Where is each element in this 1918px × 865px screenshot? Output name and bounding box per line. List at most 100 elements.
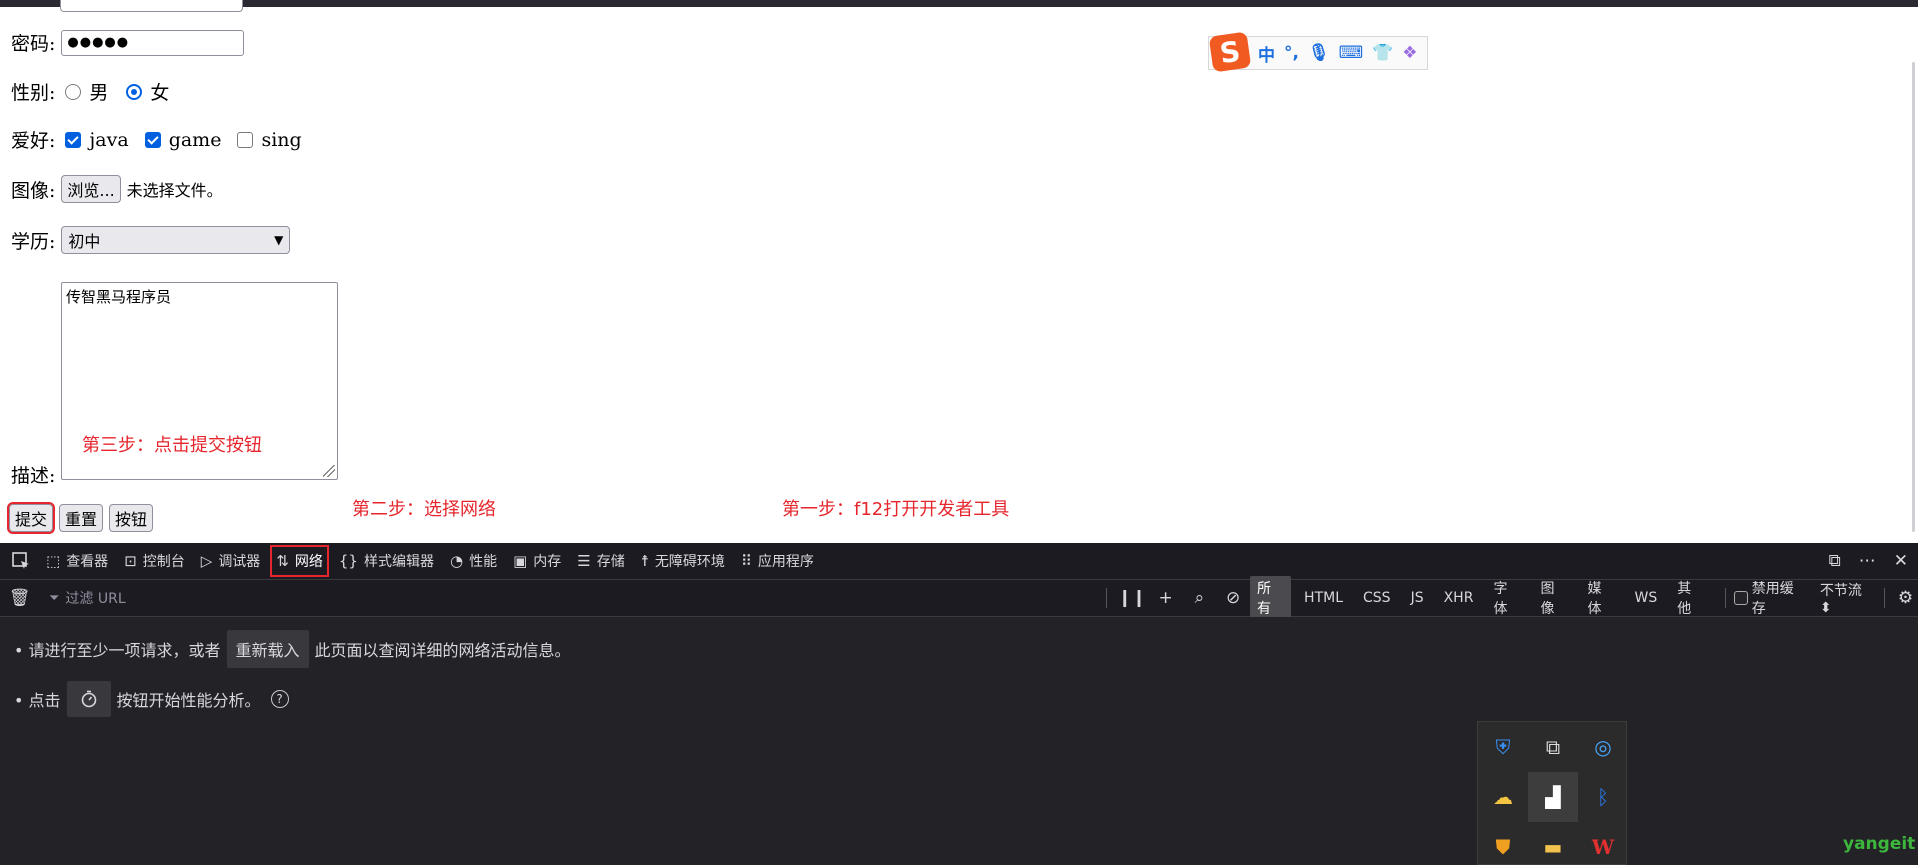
tab-memory[interactable]: ▣ 内存 (505, 543, 569, 579)
submit-button[interactable]: 提交 (6, 502, 56, 534)
pause-icon[interactable]: ❙❙ (1115, 588, 1149, 608)
gender-row: 性别: 男 女 (11, 78, 183, 105)
gender-label: 性别: (11, 82, 56, 104)
microphone-icon[interactable]: 🎙 (1308, 43, 1330, 63)
disable-cache-checkbox[interactable] (1734, 591, 1748, 605)
antivirus-shield-icon[interactable]: ⛊ (1478, 822, 1528, 865)
stopwatch-button[interactable] (66, 681, 111, 717)
ime-punct-indicator[interactable]: °, (1284, 43, 1299, 63)
reload-hint: • 请进行至少一项请求，或者 重新载入 此页面以查阅详细的网络活动信息。 (14, 630, 571, 668)
password-input[interactable]: ●●●●● (61, 29, 245, 56)
reload-button[interactable]: 重新载入 (226, 630, 309, 668)
tab-debugger[interactable]: ▷ 调试器 (193, 543, 269, 579)
annotation-step2: 第二步：选择网络 (352, 499, 496, 520)
description-label: 描述: (11, 465, 56, 487)
page-scrollbar[interactable] (1912, 62, 1915, 532)
tab-network[interactable]: ⇅ 网络 (268, 543, 331, 579)
keyboard-icon[interactable]: ⌨ (1339, 43, 1364, 63)
gear-icon[interactable]: ⚙ (1893, 588, 1918, 608)
hobby-checkbox-game[interactable] (144, 131, 161, 148)
security-shield-icon[interactable]: ⛨ (1478, 722, 1528, 772)
wps-office-icon[interactable]: W (1578, 822, 1628, 865)
perf-hint: • 点击 按钮开始性能分析。 ? (14, 681, 289, 717)
disable-cache-label: 禁用缓存 (1751, 581, 1794, 617)
hobby-checkbox-java[interactable] (65, 131, 82, 148)
block-icon[interactable]: ⊘ (1216, 588, 1250, 608)
chat-app-icon[interactable]: ◎ (1578, 722, 1628, 772)
tab-label: 样式编辑器 (363, 554, 434, 570)
element-picker-icon[interactable] (10, 550, 32, 572)
filter-type-image[interactable]: 图像 (1533, 576, 1574, 620)
network-empty-body: • 请进行至少一项请求，或者 重新载入 此页面以查阅详细的网络活动信息。 • 点… (0, 617, 1918, 865)
filter-funnel-icon: ⏷ (49, 590, 60, 606)
tab-performance[interactable]: ◔ 性能 (442, 543, 505, 579)
hobby-java-label: java (89, 128, 129, 151)
tab-style-editor[interactable]: {} 样式编辑器 (331, 543, 442, 579)
tab-application[interactable]: ⠿ 应用程序 (733, 543, 822, 579)
gender-radio-female[interactable] (126, 83, 143, 100)
filter-type-all[interactable]: 所有 (1250, 576, 1292, 620)
hobby-checkbox-sing[interactable] (237, 131, 254, 148)
filter-type-other[interactable]: 其他 (1670, 576, 1711, 620)
education-label: 学历: (11, 230, 56, 253)
tab-label: 应用程序 (757, 554, 814, 570)
throttle-select[interactable]: 不节流 ⬍ (1820, 580, 1876, 616)
tab-storage[interactable]: ☰ 存储 (569, 543, 632, 579)
performance-icon: ◔ (449, 552, 464, 570)
system-tray-overflow: ⛨ ⧉ ◎ ☁ ▟ ᛒ ⛊ ▬ W (1477, 721, 1627, 865)
bluetooth-icon[interactable]: ᛒ (1578, 772, 1628, 822)
tab-inspector[interactable]: ⬚ 查看器 (38, 543, 116, 579)
file-explorer-icon[interactable]: ▬ (1528, 822, 1578, 865)
close-icon[interactable]: ✕ (1894, 551, 1908, 571)
filter-type-js[interactable]: JS (1404, 588, 1431, 608)
chevron-down-icon: ▼ (274, 233, 284, 247)
storage-icon: ☰ (577, 552, 591, 570)
watermark: yangeit (1843, 834, 1916, 854)
resize-grip-icon[interactable] (323, 465, 335, 477)
bookmark-app-icon[interactable]: ▟ (1528, 772, 1578, 822)
copy-windows-icon[interactable]: ⧉ (1528, 722, 1578, 772)
help-icon[interactable]: ? (270, 690, 289, 708)
plain-button[interactable]: 按钮 (109, 504, 154, 532)
weather-app-icon[interactable]: ☁ (1478, 772, 1528, 822)
filter-type-html[interactable]: HTML (1297, 588, 1350, 608)
tab-label: 调试器 (218, 554, 261, 570)
ime-mode-indicator[interactable]: 中 (1258, 41, 1275, 66)
filter-type-media[interactable]: 媒体 (1580, 576, 1621, 620)
filter-type-xhr[interactable]: XHR (1437, 588, 1481, 608)
trash-icon[interactable]: 🗑 (2, 588, 37, 608)
tab-label: 性能 (469, 554, 498, 570)
education-select[interactable]: 初中 ▼ (61, 226, 291, 254)
filter-type-ws[interactable]: WS (1628, 588, 1665, 608)
more-options-icon[interactable]: ⋯ (1859, 551, 1876, 571)
toolbar-divider (1725, 588, 1727, 608)
tab-accessibility[interactable]: ☨ 无障碍环境 (633, 543, 733, 579)
style-editor-icon: {} (338, 552, 358, 570)
search-icon[interactable]: ⌕ (1183, 588, 1217, 608)
gender-radio-male[interactable] (65, 83, 82, 100)
tab-label: 内存 (533, 554, 562, 570)
filter-type-font[interactable]: 字体 (1486, 576, 1527, 620)
tab-label: 查看器 (66, 554, 109, 570)
filter-url-input[interactable]: ⏷ 过滤 URL (49, 588, 126, 608)
filter-url-placeholder: 过滤 URL (65, 591, 126, 607)
tab-console[interactable]: ⊡ 控制台 (116, 543, 193, 579)
skin-shirt-icon[interactable]: 👕 (1372, 43, 1393, 63)
memory-icon: ▣ (513, 552, 528, 570)
plus-icon[interactable]: + (1149, 588, 1183, 608)
application-icon: ⠿ (740, 552, 752, 570)
username-input[interactable] (60, 0, 243, 12)
browser-top-bar (0, 0, 1918, 7)
filter-type-css[interactable]: CSS (1356, 588, 1398, 608)
console-icon: ⊡ (124, 552, 137, 570)
browse-button[interactable]: 浏览... (61, 175, 121, 203)
dock-side-icon[interactable]: ⧉ (1829, 551, 1841, 571)
toolbox-icon[interactable]: ❖ (1402, 43, 1417, 63)
file-status: 未选择文件。 (126, 181, 223, 200)
reset-button[interactable]: 重置 (59, 504, 104, 532)
gender-female-label: 女 (150, 82, 170, 104)
password-label: 密码: (11, 33, 56, 55)
hobby-game-label: game (168, 128, 222, 151)
sogou-logo-icon[interactable]: S (1208, 31, 1252, 73)
form-buttons: 提交 重置 按钮 (6, 502, 154, 534)
